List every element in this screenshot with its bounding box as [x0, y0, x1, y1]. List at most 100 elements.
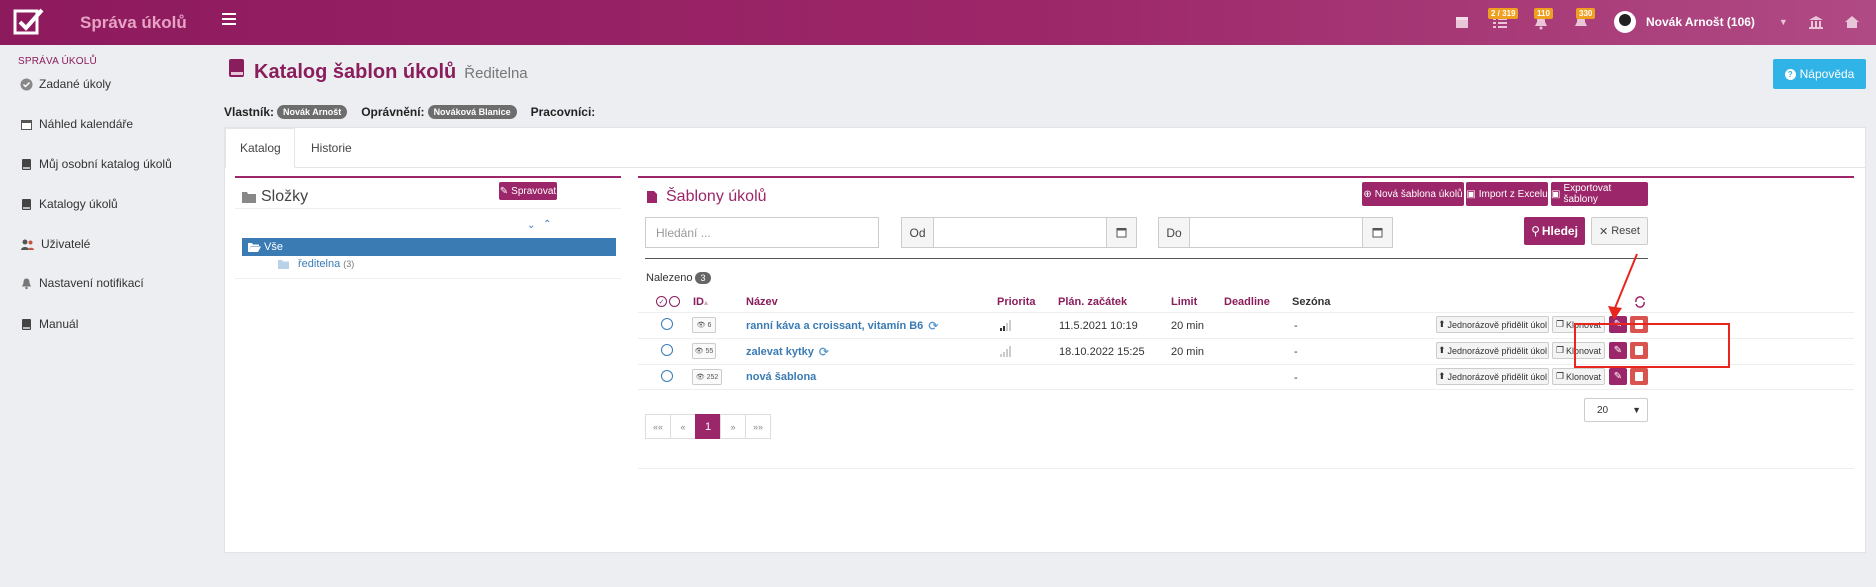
sidebar-heading: SPRÁVA ÚKOLŮ — [18, 56, 97, 67]
page-current[interactable]: 1 — [695, 414, 721, 439]
brand[interactable]: Správa úkolů — [0, 0, 210, 45]
from-label: Od — [901, 217, 934, 248]
row-select-radio[interactable] — [661, 370, 673, 382]
import-label: Import z Excelu — [1478, 188, 1548, 200]
reset-label: Reset — [1611, 225, 1640, 237]
tree-item-all[interactable]: Vše — [242, 238, 616, 256]
eye-icon: 👁 — [695, 374, 705, 381]
rights-label: Oprávnění: — [361, 105, 425, 119]
sidebar-item-assigned-tasks[interactable]: Zadané úkoly — [20, 77, 111, 91]
bell-icon — [22, 278, 31, 289]
column-header-planned-start[interactable]: Plán. začátek — [1058, 296, 1127, 308]
sidebar-item-label: Katalogy úkolů — [39, 197, 118, 211]
page-first[interactable]: «« — [645, 414, 671, 439]
calendar-icon[interactable] — [1452, 12, 1472, 32]
page-prev[interactable]: « — [670, 414, 696, 439]
tab-catalog[interactable]: Katalog — [225, 128, 295, 168]
export-templates-button[interactable]: ▣ Exportovat šablony — [1551, 182, 1648, 206]
sidebar-item-personal-catalog[interactable]: Můj osobní katalog úkolů — [20, 157, 172, 171]
per-page-select[interactable]: 20 ▼ — [1584, 398, 1648, 422]
column-header-priority[interactable]: Priorita — [997, 296, 1036, 308]
row-name-link[interactable]: zalevat kytky ⟳ — [746, 345, 829, 359]
page-title-text: Katalog šablon úkolů — [254, 61, 457, 83]
delete-button[interactable] — [1630, 368, 1648, 385]
sidebar-item-task-catalogs[interactable]: Katalogy úkolů — [20, 197, 118, 211]
assign-once-button[interactable]: ⬆ Jednorázově přidělit úkol — [1436, 342, 1549, 359]
import-excel-button[interactable]: ▣ Import z Excelu — [1466, 182, 1548, 206]
tab-history[interactable]: Historie — [297, 128, 366, 168]
row-id-badge[interactable]: 👁 55 — [692, 343, 716, 359]
users-icon — [21, 239, 34, 250]
row-id: 252 — [706, 373, 719, 381]
row-id-badge[interactable]: 👁 252 — [692, 369, 722, 385]
question-icon: ? — [1784, 68, 1796, 80]
column-header-deadline[interactable]: Deadline — [1224, 296, 1270, 308]
clone-button[interactable]: ❐ Klonovat — [1552, 368, 1605, 385]
row-select-radio[interactable] — [661, 318, 673, 330]
sidebar-item-calendar[interactable]: Náhled kalendáře — [20, 117, 133, 131]
to-date-input[interactable] — [1189, 217, 1363, 248]
annotation-highlight-box — [1574, 323, 1730, 368]
column-header-name[interactable]: Název — [746, 296, 778, 308]
folder-icon — [242, 192, 256, 203]
page-next[interactable]: » — [720, 414, 746, 439]
menu-toggle-icon[interactable] — [222, 13, 236, 27]
pencil-icon: ✎ — [1613, 371, 1623, 382]
user-name: Novák Arnošt (106) — [1646, 15, 1755, 29]
book-icon — [229, 59, 244, 77]
arrow-up-icon: ⬆ — [1437, 371, 1446, 381]
row-season: - — [1294, 372, 1298, 384]
select-all-icon[interactable]: ✓ — [656, 296, 680, 307]
priority-high-icon — [1000, 320, 1011, 331]
plus-circle-icon: ⊕ — [1363, 188, 1372, 200]
search-button-label: Hledej — [1541, 224, 1578, 238]
reset-button[interactable]: ✕ Reset — [1591, 217, 1648, 245]
new-template-button[interactable]: ⊕ Nová šablona úkolů — [1362, 182, 1464, 206]
home-icon[interactable] — [1842, 12, 1862, 32]
row-limit: 20 min — [1171, 346, 1205, 358]
edit-button[interactable]: ✎ — [1609, 368, 1627, 385]
row-name-link[interactable]: nová šablona — [746, 371, 816, 383]
from-calendar-button[interactable] — [1106, 217, 1137, 248]
templates-panel: Šablony úkolů ⊕ Nová šablona úkolů ▣ Imp… — [638, 176, 1854, 469]
assign-once-button[interactable]: ⬆ Jednorázově přidělit úkol — [1436, 316, 1549, 333]
tree-item-label: Vše — [264, 241, 283, 253]
assign-label: Jednorázově přidělit úkol — [1447, 345, 1548, 356]
column-header-season[interactable]: Sezóna — [1292, 296, 1331, 308]
divider — [235, 208, 621, 209]
sidebar-item-label: Náhled kalendáře — [39, 117, 134, 131]
eye-icon: 👁 — [694, 348, 704, 355]
file-excel-icon: ▣ — [1466, 188, 1476, 200]
column-header-limit[interactable]: Limit — [1171, 296, 1197, 308]
collapse-all-icon[interactable]: ⌃ — [543, 219, 551, 230]
sidebar-item-manual[interactable]: Manuál — [20, 317, 78, 331]
institution-icon[interactable] — [1806, 12, 1826, 32]
sidebar-item-notification-settings[interactable]: Nastavení notifikací — [20, 276, 144, 290]
search-button[interactable]: ⚲ Hledej — [1524, 217, 1585, 245]
catalog-owners: Vlastník: Novák Arnošt Oprávnění: Nováko… — [224, 105, 595, 119]
results-count: Nalezeno 3 — [646, 272, 711, 284]
assign-once-button[interactable]: ⬆ Jednorázově přidělit úkol — [1436, 368, 1549, 385]
to-calendar-button[interactable] — [1362, 217, 1393, 248]
top-bar: Správa úkolů 2 / 319 110 330 Novák Arnoš… — [0, 0, 1876, 45]
sidebar-item-users[interactable]: Uživatelé — [20, 237, 90, 251]
search-icon: ⚲ — [1531, 224, 1540, 238]
row-select-radio[interactable] — [661, 344, 673, 356]
row-limit: 20 min — [1171, 320, 1205, 332]
user-menu[interactable]: Novák Arnošt (106) ▼ — [1614, 11, 1788, 33]
row-planned-start: 11.5.2021 10:19 — [1059, 320, 1138, 332]
row-id-badge[interactable]: 👁 6 — [692, 317, 716, 333]
calendar-icon — [1116, 228, 1127, 238]
column-header-id[interactable]: ID▴ — [693, 296, 708, 308]
help-button[interactable]: ? Nápověda — [1773, 59, 1866, 89]
search-input[interactable]: Hledání ... — [645, 217, 879, 248]
pagination: «« « 1 » »» — [645, 414, 771, 439]
page-last[interactable]: »» — [745, 414, 771, 439]
row-name-link[interactable]: ranní káva a croissant, vitamín B6 ⟳ — [746, 319, 938, 333]
tree-item-reditelna[interactable]: ředitelna (3) — [277, 258, 354, 270]
from-date-input[interactable] — [933, 217, 1107, 248]
manage-folders-button[interactable]: ✎ Spravovat — [499, 182, 557, 200]
avatar — [1614, 11, 1636, 33]
divider — [645, 258, 1648, 259]
expand-all-icon[interactable]: ⌄ — [527, 220, 535, 231]
